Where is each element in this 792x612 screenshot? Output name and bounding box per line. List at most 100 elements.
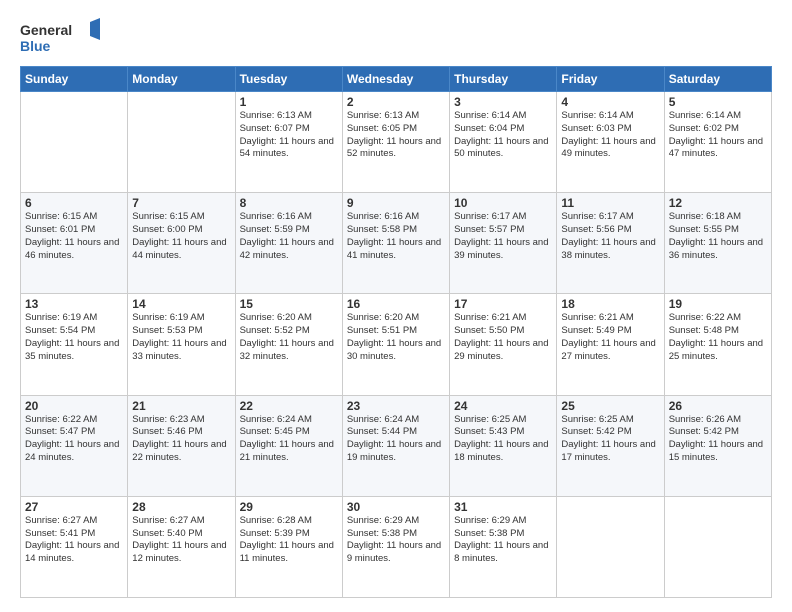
day-number: 12: [669, 196, 767, 210]
day-number: 13: [25, 297, 123, 311]
weekday-header-saturday: Saturday: [664, 67, 771, 92]
calendar-cell: 26Sunrise: 6:26 AM Sunset: 5:42 PM Dayli…: [664, 395, 771, 496]
calendar-cell: 25Sunrise: 6:25 AM Sunset: 5:42 PM Dayli…: [557, 395, 664, 496]
day-info: Sunrise: 6:22 AM Sunset: 5:48 PM Dayligh…: [669, 312, 767, 363]
calendar-cell: 23Sunrise: 6:24 AM Sunset: 5:44 PM Dayli…: [342, 395, 449, 496]
day-number: 15: [240, 297, 338, 311]
day-info: Sunrise: 6:26 AM Sunset: 5:42 PM Dayligh…: [669, 414, 767, 465]
day-info: Sunrise: 6:29 AM Sunset: 5:38 PM Dayligh…: [347, 515, 445, 566]
day-info: Sunrise: 6:20 AM Sunset: 5:52 PM Dayligh…: [240, 312, 338, 363]
day-number: 22: [240, 399, 338, 413]
day-number: 11: [561, 196, 659, 210]
calendar-cell: 31Sunrise: 6:29 AM Sunset: 5:38 PM Dayli…: [450, 496, 557, 597]
day-number: 28: [132, 500, 230, 514]
weekday-header-tuesday: Tuesday: [235, 67, 342, 92]
calendar-cell: 19Sunrise: 6:22 AM Sunset: 5:48 PM Dayli…: [664, 294, 771, 395]
weekday-header-monday: Monday: [128, 67, 235, 92]
calendar-cell: [21, 92, 128, 193]
day-info: Sunrise: 6:24 AM Sunset: 5:45 PM Dayligh…: [240, 414, 338, 465]
day-info: Sunrise: 6:21 AM Sunset: 5:49 PM Dayligh…: [561, 312, 659, 363]
calendar-cell: 13Sunrise: 6:19 AM Sunset: 5:54 PM Dayli…: [21, 294, 128, 395]
calendar-cell: 18Sunrise: 6:21 AM Sunset: 5:49 PM Dayli…: [557, 294, 664, 395]
calendar-cell: 10Sunrise: 6:17 AM Sunset: 5:57 PM Dayli…: [450, 193, 557, 294]
day-info: Sunrise: 6:15 AM Sunset: 6:01 PM Dayligh…: [25, 211, 123, 262]
calendar-week-4: 20Sunrise: 6:22 AM Sunset: 5:47 PM Dayli…: [21, 395, 772, 496]
calendar-table: SundayMondayTuesdayWednesdayThursdayFrid…: [20, 66, 772, 598]
day-info: Sunrise: 6:19 AM Sunset: 5:54 PM Dayligh…: [25, 312, 123, 363]
svg-text:General: General: [20, 22, 72, 38]
calendar-cell: 21Sunrise: 6:23 AM Sunset: 5:46 PM Dayli…: [128, 395, 235, 496]
day-number: 5: [669, 95, 767, 109]
weekday-header-thursday: Thursday: [450, 67, 557, 92]
day-info: Sunrise: 6:27 AM Sunset: 5:40 PM Dayligh…: [132, 515, 230, 566]
day-info: Sunrise: 6:24 AM Sunset: 5:44 PM Dayligh…: [347, 414, 445, 465]
day-number: 18: [561, 297, 659, 311]
day-info: Sunrise: 6:29 AM Sunset: 5:38 PM Dayligh…: [454, 515, 552, 566]
day-number: 3: [454, 95, 552, 109]
calendar-cell: 2Sunrise: 6:13 AM Sunset: 6:05 PM Daylig…: [342, 92, 449, 193]
day-number: 31: [454, 500, 552, 514]
calendar-cell: 8Sunrise: 6:16 AM Sunset: 5:59 PM Daylig…: [235, 193, 342, 294]
day-info: Sunrise: 6:22 AM Sunset: 5:47 PM Dayligh…: [25, 414, 123, 465]
day-number: 14: [132, 297, 230, 311]
day-number: 26: [669, 399, 767, 413]
calendar-cell: 28Sunrise: 6:27 AM Sunset: 5:40 PM Dayli…: [128, 496, 235, 597]
calendar-cell: 14Sunrise: 6:19 AM Sunset: 5:53 PM Dayli…: [128, 294, 235, 395]
calendar-cell: 12Sunrise: 6:18 AM Sunset: 5:55 PM Dayli…: [664, 193, 771, 294]
day-number: 9: [347, 196, 445, 210]
calendar-cell: 17Sunrise: 6:21 AM Sunset: 5:50 PM Dayli…: [450, 294, 557, 395]
calendar-week-1: 1Sunrise: 6:13 AM Sunset: 6:07 PM Daylig…: [21, 92, 772, 193]
calendar-cell: 6Sunrise: 6:15 AM Sunset: 6:01 PM Daylig…: [21, 193, 128, 294]
day-number: 8: [240, 196, 338, 210]
day-info: Sunrise: 6:17 AM Sunset: 5:56 PM Dayligh…: [561, 211, 659, 262]
day-info: Sunrise: 6:21 AM Sunset: 5:50 PM Dayligh…: [454, 312, 552, 363]
weekday-header-sunday: Sunday: [21, 67, 128, 92]
day-number: 19: [669, 297, 767, 311]
calendar-cell: 5Sunrise: 6:14 AM Sunset: 6:02 PM Daylig…: [664, 92, 771, 193]
day-info: Sunrise: 6:14 AM Sunset: 6:02 PM Dayligh…: [669, 110, 767, 161]
day-number: 10: [454, 196, 552, 210]
calendar-cell: [664, 496, 771, 597]
calendar-cell: 27Sunrise: 6:27 AM Sunset: 5:41 PM Dayli…: [21, 496, 128, 597]
day-number: 21: [132, 399, 230, 413]
calendar-cell: 1Sunrise: 6:13 AM Sunset: 6:07 PM Daylig…: [235, 92, 342, 193]
day-number: 30: [347, 500, 445, 514]
day-number: 29: [240, 500, 338, 514]
weekday-header-wednesday: Wednesday: [342, 67, 449, 92]
day-number: 6: [25, 196, 123, 210]
day-info: Sunrise: 6:17 AM Sunset: 5:57 PM Dayligh…: [454, 211, 552, 262]
day-info: Sunrise: 6:14 AM Sunset: 6:04 PM Dayligh…: [454, 110, 552, 161]
day-info: Sunrise: 6:18 AM Sunset: 5:55 PM Dayligh…: [669, 211, 767, 262]
calendar-cell: 15Sunrise: 6:20 AM Sunset: 5:52 PM Dayli…: [235, 294, 342, 395]
calendar-cell: 4Sunrise: 6:14 AM Sunset: 6:03 PM Daylig…: [557, 92, 664, 193]
day-info: Sunrise: 6:23 AM Sunset: 5:46 PM Dayligh…: [132, 414, 230, 465]
day-info: Sunrise: 6:20 AM Sunset: 5:51 PM Dayligh…: [347, 312, 445, 363]
day-info: Sunrise: 6:15 AM Sunset: 6:00 PM Dayligh…: [132, 211, 230, 262]
day-number: 7: [132, 196, 230, 210]
day-info: Sunrise: 6:13 AM Sunset: 6:07 PM Dayligh…: [240, 110, 338, 161]
header: General Blue: [20, 18, 772, 56]
logo-svg: General Blue: [20, 18, 100, 56]
day-info: Sunrise: 6:25 AM Sunset: 5:42 PM Dayligh…: [561, 414, 659, 465]
calendar-week-2: 6Sunrise: 6:15 AM Sunset: 6:01 PM Daylig…: [21, 193, 772, 294]
day-number: 20: [25, 399, 123, 413]
calendar-cell: 22Sunrise: 6:24 AM Sunset: 5:45 PM Dayli…: [235, 395, 342, 496]
calendar-cell: 30Sunrise: 6:29 AM Sunset: 5:38 PM Dayli…: [342, 496, 449, 597]
day-number: 24: [454, 399, 552, 413]
day-info: Sunrise: 6:16 AM Sunset: 5:58 PM Dayligh…: [347, 211, 445, 262]
calendar-cell: 3Sunrise: 6:14 AM Sunset: 6:04 PM Daylig…: [450, 92, 557, 193]
day-number: 4: [561, 95, 659, 109]
day-number: 17: [454, 297, 552, 311]
calendar-cell: 24Sunrise: 6:25 AM Sunset: 5:43 PM Dayli…: [450, 395, 557, 496]
day-number: 27: [25, 500, 123, 514]
calendar-cell: 7Sunrise: 6:15 AM Sunset: 6:00 PM Daylig…: [128, 193, 235, 294]
day-number: 23: [347, 399, 445, 413]
day-info: Sunrise: 6:19 AM Sunset: 5:53 PM Dayligh…: [132, 312, 230, 363]
day-info: Sunrise: 6:16 AM Sunset: 5:59 PM Dayligh…: [240, 211, 338, 262]
day-info: Sunrise: 6:28 AM Sunset: 5:39 PM Dayligh…: [240, 515, 338, 566]
calendar-cell: 11Sunrise: 6:17 AM Sunset: 5:56 PM Dayli…: [557, 193, 664, 294]
logo: General Blue: [20, 18, 100, 56]
calendar-week-3: 13Sunrise: 6:19 AM Sunset: 5:54 PM Dayli…: [21, 294, 772, 395]
day-number: 25: [561, 399, 659, 413]
day-number: 1: [240, 95, 338, 109]
